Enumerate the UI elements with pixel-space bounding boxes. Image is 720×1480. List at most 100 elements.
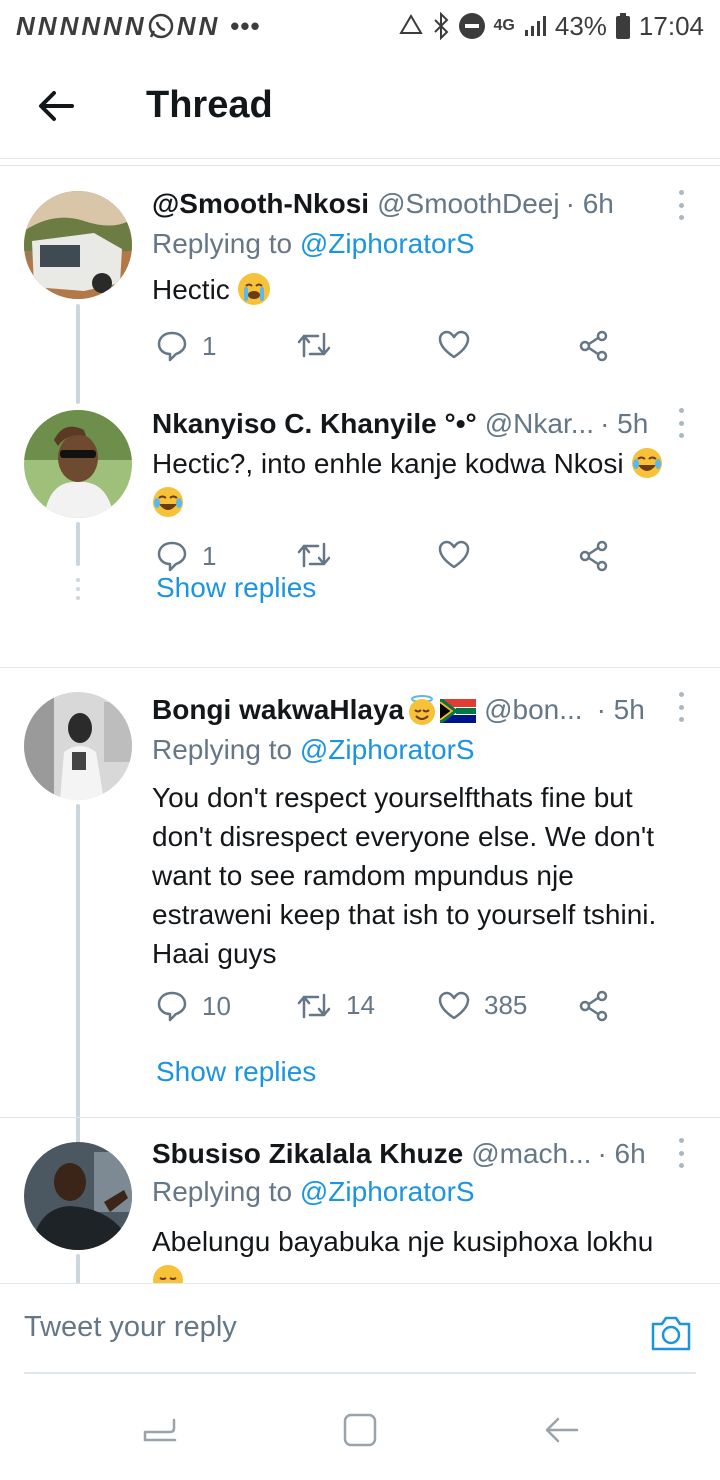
arrow-left-icon <box>39 91 74 121</box>
more-options-button[interactable] <box>676 1138 686 1168</box>
share-button[interactable] <box>578 990 610 1022</box>
tweet[interactable]: Sbusiso Zikalala Khuze @mach... · 6h Rep… <box>0 1118 720 1283</box>
reply-count: 10 <box>202 990 231 1021</box>
notification-n-icon: N <box>59 10 80 41</box>
speech-bubble-icon <box>157 331 187 362</box>
crying-emoji-icon <box>237 273 270 305</box>
recycle-icon <box>398 13 424 39</box>
tweet-text-body: Hectic?, into enhle kanje kodwa Nkosi <box>152 448 624 479</box>
retweet-icon <box>297 332 331 358</box>
clock: 17:04 <box>638 10 704 41</box>
speech-bubble-icon <box>157 991 187 1022</box>
reply-count: 1 <box>202 330 217 361</box>
avatar[interactable] <box>24 191 132 299</box>
tweet-header: Nkanyiso C. Khanyile °•° @Nkar... · 5h <box>152 404 698 444</box>
notification-n-icon: N <box>37 10 58 41</box>
retweet-button[interactable]: 14 <box>296 990 375 1021</box>
share-icon <box>579 990 608 1022</box>
whatsapp-icon <box>147 12 175 40</box>
speech-bubble-icon <box>157 541 187 572</box>
heart-icon <box>438 540 470 569</box>
tweet-text: You don't respect yourselfthats fine but… <box>152 782 657 969</box>
bluetooth-icon <box>432 12 450 40</box>
more-options-button[interactable] <box>676 692 686 722</box>
tweet-reply-input[interactable]: Tweet your reply <box>24 1284 624 1370</box>
tweet-text-body: Abelungu bayabuka nje kusiphoxa lokhu <box>152 1226 654 1257</box>
tweet[interactable]: Nkanyiso C. Khanyile °•° @Nkar... · 5h H… <box>0 394 720 664</box>
retweet-button[interactable] <box>296 540 346 570</box>
recent-apps-button[interactable] <box>140 1410 180 1450</box>
tweet-text-body: Hectic <box>152 274 230 305</box>
like-button[interactable]: 385 <box>438 990 527 1021</box>
divider <box>0 158 720 159</box>
username[interactable]: @Nkar... <box>485 408 594 440</box>
tweet-actions: 1 <box>152 330 622 370</box>
nav-back-button[interactable] <box>542 1410 582 1450</box>
display-name[interactable]: @Smooth-Nkosi <box>152 188 369 220</box>
reply-button[interactable]: 10 <box>156 990 231 1022</box>
timestamp: · 5h <box>596 694 645 725</box>
more-options-button[interactable] <box>676 190 686 220</box>
status-bar: N N N N N N N N ••• 4G 43% 17:04 <box>0 0 720 52</box>
tears-of-joy-emoji-icon <box>631 447 663 479</box>
like-button[interactable] <box>438 540 484 570</box>
replying-to-label: Replying to <box>152 1176 300 1207</box>
camera-icon <box>651 1316 691 1351</box>
share-button[interactable] <box>578 540 610 572</box>
notification-n-icon: N <box>198 10 219 41</box>
replying-to-mention[interactable]: @ZiphoratorS <box>300 734 475 765</box>
tweet-header: Sbusiso Zikalala Khuze @mach... · 6h <box>152 1134 698 1174</box>
retweet-icon <box>297 993 331 1018</box>
share-icon <box>579 540 608 572</box>
recent-apps-icon <box>143 1418 177 1442</box>
more-notifications-icon: ••• <box>230 10 261 41</box>
display-name[interactable]: Sbusiso Zikalala Khuze <box>152 1138 463 1170</box>
notification-n-icon: N <box>16 10 36 41</box>
tweet-header: Bongi wakwaHlaya @bon... · 5h <box>152 690 698 730</box>
pensive-emoji-icon <box>152 1264 184 1283</box>
share-button[interactable] <box>578 330 610 362</box>
divider <box>24 1372 696 1374</box>
avatar[interactable] <box>24 1142 132 1250</box>
username[interactable]: @mach... <box>471 1138 591 1170</box>
username[interactable]: @bon... <box>484 694 582 726</box>
arrow-left-icon <box>545 1417 579 1443</box>
username[interactable]: @SmoothDeej <box>377 188 560 220</box>
system-navigation-bar <box>0 1380 720 1480</box>
more-options-button[interactable] <box>676 408 686 438</box>
reply-button[interactable]: 1 <box>156 540 216 572</box>
notification-n-icon: N <box>124 10 145 41</box>
thread-line <box>76 522 80 566</box>
display-name[interactable]: Nkanyiso C. Khanyile °•° <box>152 408 477 440</box>
avatar[interactable] <box>24 410 132 518</box>
like-button[interactable] <box>438 330 484 360</box>
tweet[interactable]: @Smooth-Nkosi @SmoothDeej · 6h Replying … <box>0 166 720 404</box>
app-header: Thread <box>0 52 720 158</box>
home-button[interactable] <box>340 1410 380 1450</box>
replying-to-mention[interactable]: @ZiphoratorS <box>300 228 475 259</box>
replying-to: Replying to @ZiphoratorS <box>152 228 475 260</box>
tweet-text: Hectic?, into enhle kanje kodwa Nkosi <box>152 444 698 522</box>
angel-emoji-icon <box>406 694 438 726</box>
tweet-content[interactable]: Bongi wakwaHlaya @bon... · 5h Replying t… <box>0 668 720 1116</box>
compose-reply-bar: Tweet your reply <box>0 1283 720 1374</box>
replying-to-mention[interactable]: @ZiphoratorS <box>300 1176 475 1207</box>
battery-percent: 43% <box>554 10 607 41</box>
display-name[interactable]: Bongi wakwaHlaya <box>152 694 404 726</box>
thread-feed[interactable]: @Smooth-Nkosi @SmoothDeej · 6h Replying … <box>0 166 720 1283</box>
network-type: 4G <box>493 17 515 34</box>
tweet-text: Hectic <box>152 270 698 309</box>
south-africa-flag-icon <box>439 697 477 725</box>
camera-button[interactable] <box>650 1314 692 1354</box>
notification-n-icon: N <box>176 10 197 41</box>
replying-to: Replying to @ZiphoratorS <box>152 734 475 766</box>
reply-button[interactable]: 1 <box>156 330 216 362</box>
show-replies-link[interactable]: Show replies <box>156 1056 316 1088</box>
notification-n-icon: N <box>103 10 123 41</box>
heart-icon <box>438 991 470 1019</box>
reply-count: 1 <box>202 540 217 571</box>
back-button[interactable] <box>34 84 78 128</box>
retweet-button[interactable] <box>296 330 346 360</box>
notification-icons: N N N N N N N N ••• <box>16 11 261 42</box>
show-replies-link[interactable]: Show replies <box>156 572 316 604</box>
